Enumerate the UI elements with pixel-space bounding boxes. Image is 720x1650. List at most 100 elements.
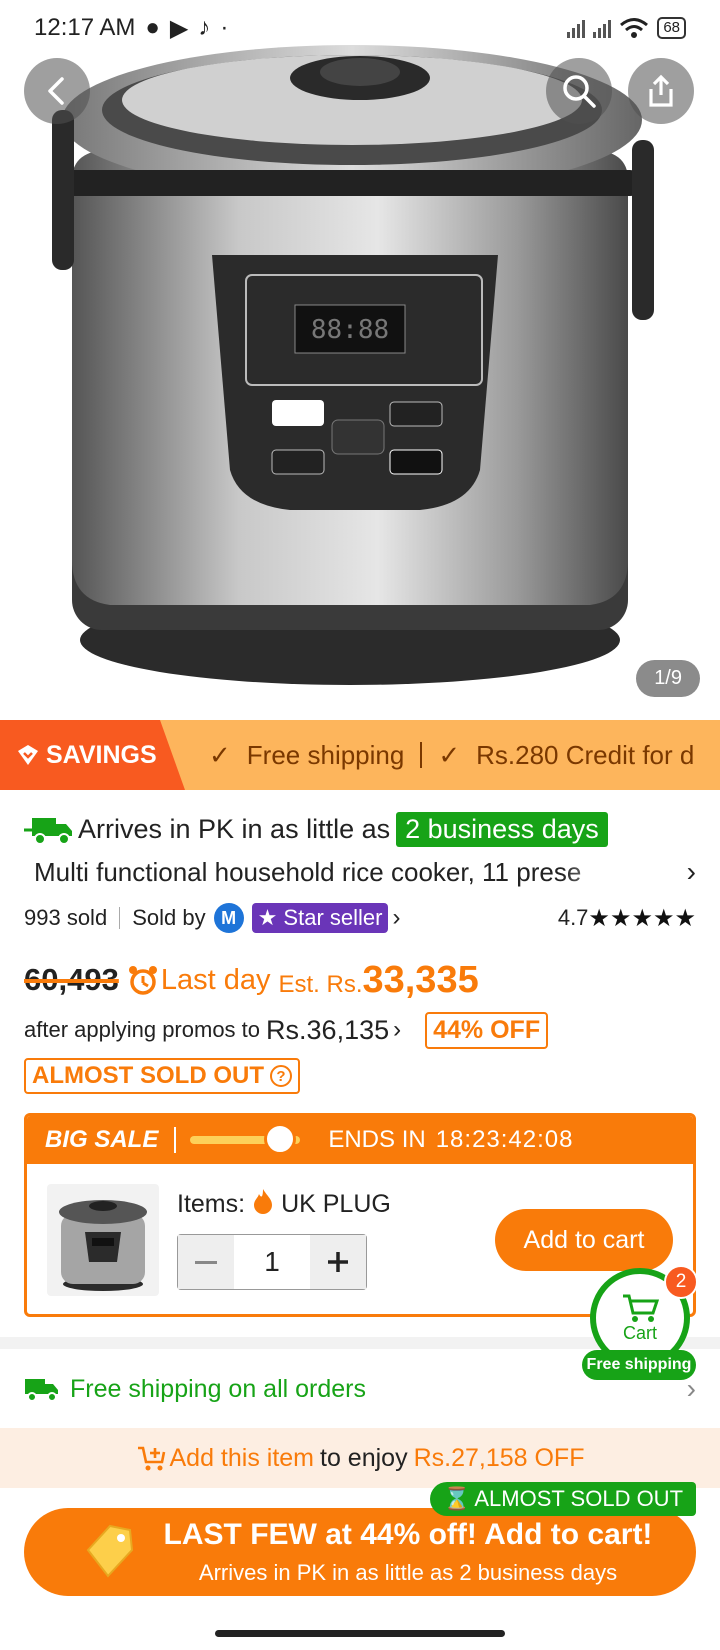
sale-countdown: 18:23:42:08 xyxy=(435,1126,574,1153)
battery-icon: 68 xyxy=(657,17,686,39)
rating-stars[interactable]: ★★★★★ xyxy=(588,904,696,933)
items-label: Items: xyxy=(177,1190,246,1218)
search-icon xyxy=(563,75,596,108)
cart-plus-icon xyxy=(137,1446,165,1471)
variant-row[interactable]: Items: UK PLUG xyxy=(177,1188,391,1221)
search-button[interactable] xyxy=(546,58,612,124)
cta-subtitle: Arrives in PK in as little as 2 business… xyxy=(198,1560,618,1585)
floating-cart-button[interactable]: Cart 2 Free shipping xyxy=(582,1265,698,1380)
variant-thumbnail[interactable] xyxy=(47,1184,159,1296)
image-counter: 1/9 xyxy=(636,660,700,697)
increase-button[interactable] xyxy=(310,1235,366,1289)
truck-icon xyxy=(25,1379,58,1402)
divider xyxy=(420,742,423,768)
divider xyxy=(119,907,121,929)
delivery-row: Arrives in PK in as little as 2 business… xyxy=(24,808,696,850)
almost-sold-out-ribbon: ⌛ ALMOST SOLD OUT xyxy=(430,1482,696,1516)
est-price-label: Est. Rs. xyxy=(278,971,363,998)
product-title: Multi functional household rice cooker, … xyxy=(34,856,582,887)
savings-strip[interactable]: SAVINGS ✓ Free shipping ✓ Rs.280 Credit … xyxy=(0,720,720,790)
savings-item-credit: Rs.280 Credit for d xyxy=(476,739,695,770)
promo-price-row[interactable]: after applying promos to Rs.36,135 › 44%… xyxy=(24,1010,696,1050)
promo-middle: to enjoy xyxy=(320,1443,408,1472)
promo-text: after applying promos to xyxy=(24,1017,261,1042)
snapchat-icon: ● xyxy=(145,14,160,41)
quantity-value[interactable]: 1 xyxy=(234,1235,310,1289)
promo-amount: Rs.27,158 OFF xyxy=(413,1443,585,1472)
chevron-right-icon: › xyxy=(686,856,696,887)
status-time: 12:17 AM xyxy=(34,14,136,41)
back-button[interactable] xyxy=(24,58,90,124)
seller-row: 993 sold Sold by M ★ Star seller › 4.7 ★… xyxy=(24,898,696,938)
cart-label: Cart xyxy=(622,1322,657,1343)
add-to-cart-button[interactable]: Add to cart xyxy=(495,1209,673,1271)
almost-sold-out-badge[interactable]: ALMOST SOLD OUT ? xyxy=(24,1058,300,1094)
wifi-icon xyxy=(620,18,649,38)
price-row: 60,493 Last day Est. Rs. 33,335 xyxy=(24,952,696,1008)
check-icon: ✓ xyxy=(209,739,231,770)
savings-badge-icon xyxy=(18,745,38,765)
rice-cooker-image: 88:88 xyxy=(52,45,654,685)
product-page: 88:88 1/9 12:17 AM ● ▶ ♪ · 68 SAVINGS ✓ … xyxy=(0,0,720,1650)
rice-cooker-thumbnail xyxy=(59,1200,147,1291)
cta-title: LAST FEW at 44% off! Add to cart! xyxy=(163,1518,653,1551)
delivery-text: Arrives in PK in as little as xyxy=(78,813,391,844)
product-title-row[interactable]: Multi functional household rice cooker, … xyxy=(34,852,696,892)
minus-icon xyxy=(195,1260,217,1264)
rating-value: 4.7 xyxy=(557,905,589,930)
product-image-carousel[interactable]: 88:88 1/9 xyxy=(0,0,720,720)
quantity-stepper[interactable]: 1 xyxy=(177,1234,367,1290)
almost-sold-out-row[interactable]: ALMOST SOLD OUT ? xyxy=(24,1057,696,1095)
alarm-clock-icon xyxy=(128,966,157,995)
savings-tag-label: SAVINGS xyxy=(46,740,157,769)
sold-count: 993 sold xyxy=(24,905,108,930)
discount-badge: 44% OFF xyxy=(425,1011,549,1049)
savings-item-free-shipping: Free shipping xyxy=(246,739,405,770)
savings-tag: SAVINGS xyxy=(0,720,185,790)
hourglass-icon: ⌛ xyxy=(442,1486,471,1511)
bottom-add-to-cart-button[interactable]: LAST FEW at 44% off! Add to cart! Arrive… xyxy=(24,1508,696,1596)
almost-sold-out-label: ALMOST SOLD OUT xyxy=(32,1062,264,1089)
big-sale-title: BIG SALE xyxy=(45,1126,159,1153)
price-tag-icon xyxy=(86,1524,134,1578)
cart-count-badge: 2 xyxy=(664,1265,698,1299)
clock-icon xyxy=(264,1123,297,1155)
promo-price: Rs.36,135 xyxy=(266,1014,390,1045)
fast-truck-icon xyxy=(24,818,72,845)
plus-icon xyxy=(328,1252,348,1272)
help-icon: ? xyxy=(269,1065,292,1087)
svg-text:88:88: 88:88 xyxy=(311,315,389,345)
check-icon: ✓ xyxy=(438,739,461,770)
sold-by-label: Sold by xyxy=(132,905,206,930)
chevron-right-icon: › xyxy=(393,1016,402,1043)
cart-icon xyxy=(623,1294,659,1322)
last-day-label: Last day xyxy=(160,963,271,996)
play-icon: ▶ xyxy=(169,14,189,42)
original-price: 60,493 xyxy=(24,962,119,997)
signal-icon xyxy=(567,18,586,38)
chevron-left-icon xyxy=(48,77,64,105)
chevron-right-icon: › xyxy=(392,904,401,931)
decrease-button[interactable] xyxy=(178,1235,234,1289)
ends-in-label: ENDS IN xyxy=(328,1126,426,1153)
flame-icon xyxy=(253,1188,273,1221)
star-seller-badge[interactable]: ★ Star seller xyxy=(251,903,389,933)
free-shipping-text: Free shipping on all orders xyxy=(70,1374,366,1403)
home-indicator[interactable] xyxy=(215,1630,505,1637)
est-price-value: 33,335 xyxy=(362,958,479,1001)
star-seller-label: Star seller xyxy=(283,905,383,930)
share-button[interactable] xyxy=(628,58,694,124)
share-icon xyxy=(649,74,673,107)
seller-logo[interactable]: M xyxy=(213,903,244,933)
signal-icon-2 xyxy=(593,18,612,38)
big-sale-header: BIG SALE ENDS IN 18:23:42:08 xyxy=(27,1116,693,1164)
promo-link[interactable]: Add this item xyxy=(170,1444,315,1473)
status-bar: 12:17 AM ● ▶ ♪ · 68 xyxy=(0,0,720,56)
sale-progress-slider xyxy=(190,1123,301,1155)
almost-sold-out-ribbon-label: ALMOST SOLD OUT xyxy=(474,1486,684,1511)
variant-value: UK PLUG xyxy=(281,1190,391,1218)
delivery-days-badge: 2 business days xyxy=(396,811,608,847)
promo-bar[interactable]: Add this item to enjoy Rs.27,158 OFF xyxy=(0,1428,720,1488)
cart-free-shipping: Free shipping xyxy=(582,1350,696,1380)
tiktok-icon: ♪ xyxy=(198,14,211,41)
